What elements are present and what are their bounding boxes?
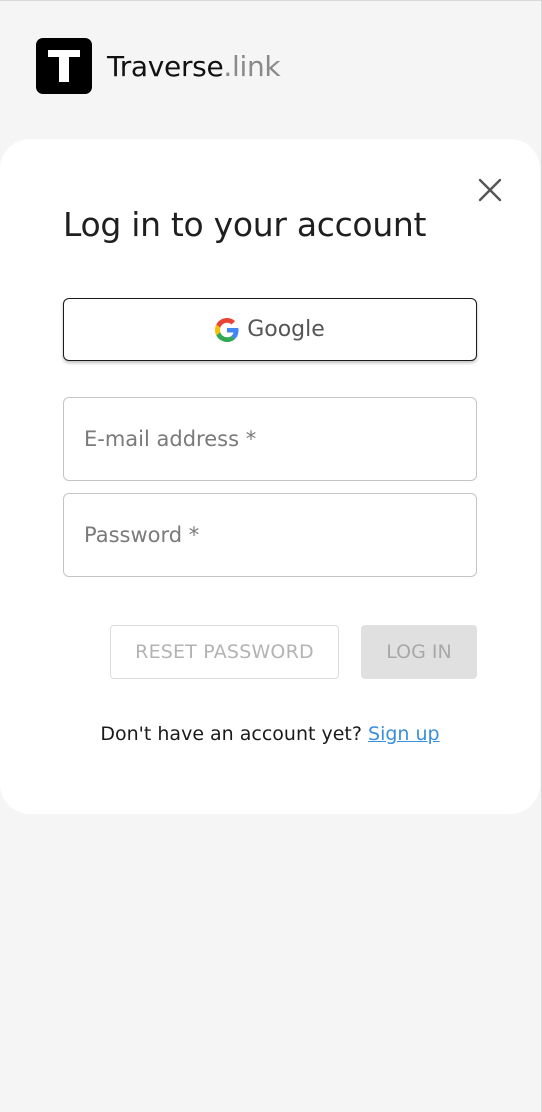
password-field-wrapper <box>63 493 477 577</box>
reset-password-button[interactable]: RESET PASSWORD <box>110 625 339 679</box>
password-field[interactable] <box>84 494 476 576</box>
traverse-logo-icon[interactable] <box>36 38 92 94</box>
app-header: Traverse.link <box>36 38 281 94</box>
google-icon <box>215 317 239 342</box>
login-button[interactable]: LOG IN <box>361 625 477 679</box>
email-field-wrapper <box>63 397 477 481</box>
login-dialog: Log in to your account Google RESET PASS… <box>0 139 540 814</box>
google-login-button[interactable]: Google <box>63 298 477 361</box>
brand-name-main: Traverse <box>107 49 224 83</box>
google-button-label: Google <box>247 317 325 342</box>
signup-row: Don't have an account yet? Sign up <box>0 723 540 745</box>
close-icon[interactable] <box>477 177 503 203</box>
email-field[interactable] <box>84 398 476 480</box>
signup-link[interactable]: Sign up <box>368 723 440 745</box>
signup-prompt: Don't have an account yet? <box>100 723 362 745</box>
brand-name-tld: .link <box>223 49 281 83</box>
page-title: Log in to your account <box>63 205 427 244</box>
brand-name[interactable]: Traverse.link <box>107 49 281 83</box>
